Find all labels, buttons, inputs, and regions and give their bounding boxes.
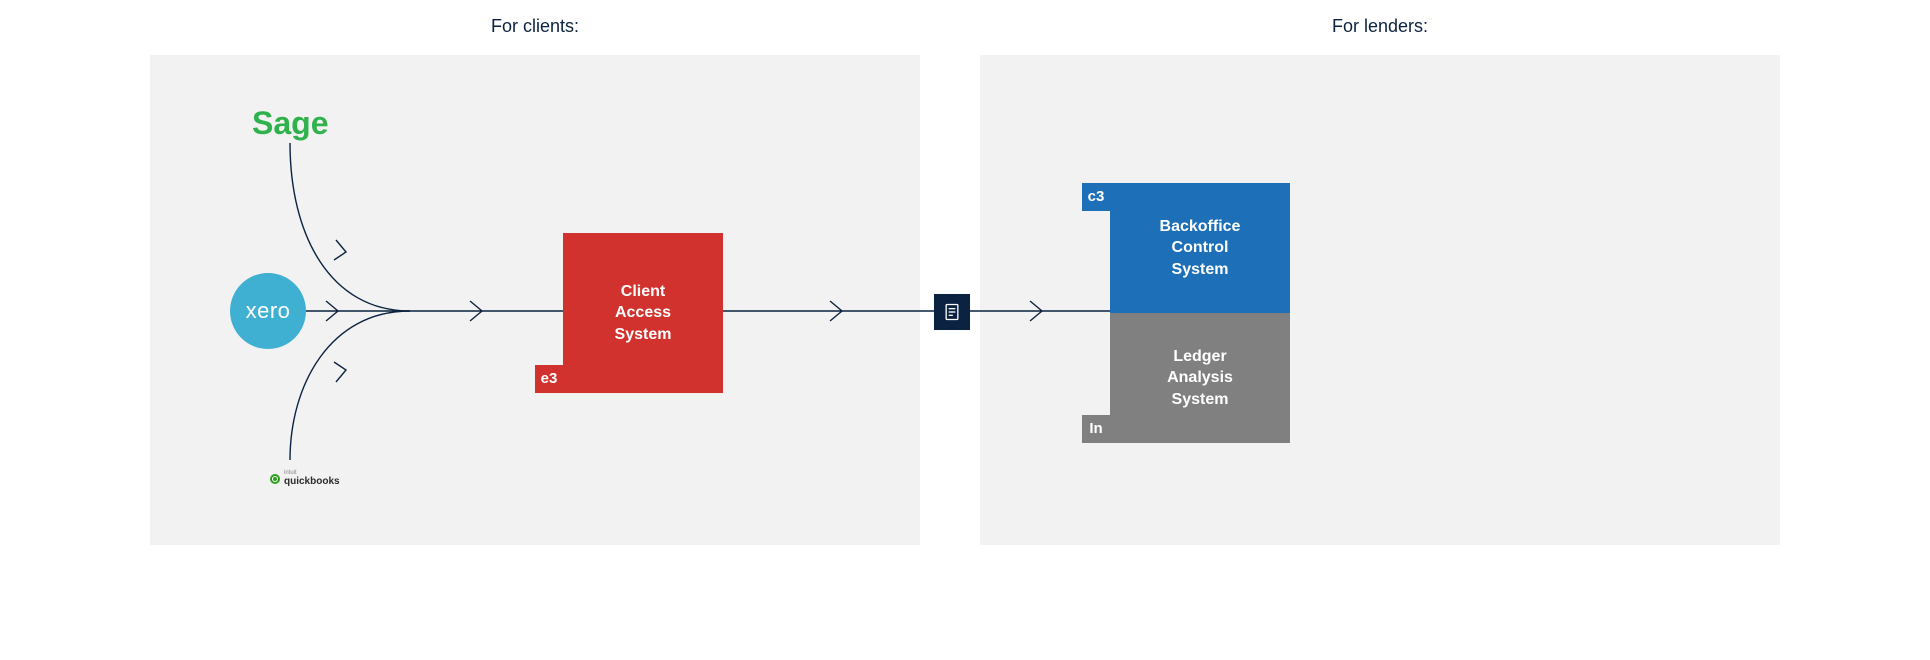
source-xero-logo: xero	[230, 273, 306, 349]
ledger-analysis-system-tag: In	[1082, 415, 1110, 443]
backoffice-control-system-box: c3 Backoffice Control System	[1110, 183, 1290, 313]
ledger-analysis-system-title: Ledger Analysis System	[1167, 346, 1233, 411]
quickbooks-label: quickbooks	[284, 476, 340, 487]
client-access-system-title: Client Access System	[615, 281, 672, 346]
source-sage-logo: Sage	[252, 105, 328, 142]
source-quickbooks-logo: intuit quickbooks	[270, 470, 340, 487]
xero-label: xero	[246, 298, 291, 324]
flow-diagram: Sage xero intuit quickbooks e3 Client Ac…	[0, 55, 1930, 545]
backoffice-control-system-title: Backoffice Control System	[1160, 216, 1241, 281]
heading-for-clients: For clients:	[150, 16, 920, 37]
backoffice-control-system-tag: c3	[1082, 183, 1110, 211]
heading-for-lenders: For lenders:	[980, 16, 1780, 37]
client-access-system-tag: e3	[535, 365, 563, 393]
document-icon	[934, 294, 970, 330]
quickbooks-icon	[270, 474, 280, 484]
client-access-system-box: e3 Client Access System	[563, 233, 723, 393]
ledger-analysis-system-box: In Ledger Analysis System	[1110, 313, 1290, 443]
